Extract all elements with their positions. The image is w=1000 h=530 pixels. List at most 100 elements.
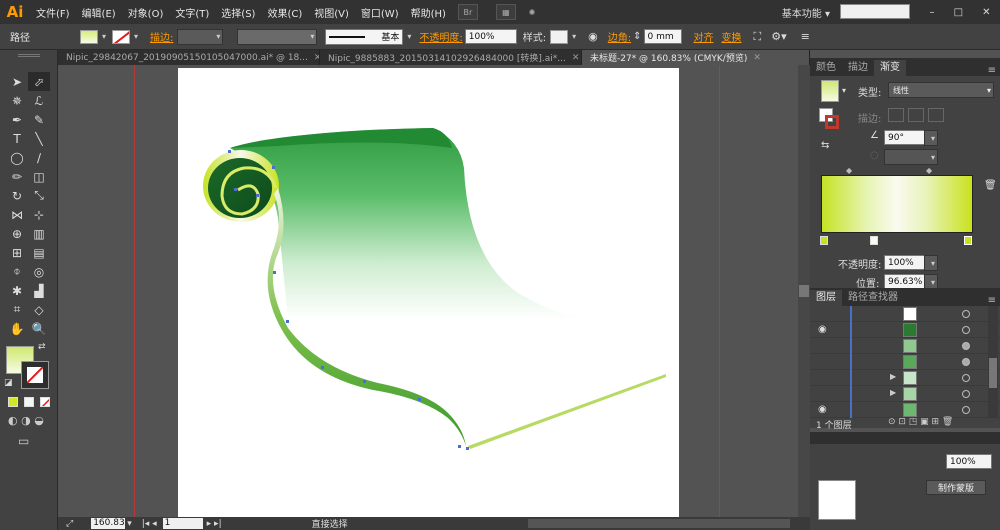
type-tool-icon[interactable]: T — [6, 129, 28, 148]
gradient-mode-icon[interactable] — [24, 397, 34, 407]
isolate-object-icon[interactable]: ⛶ — [754, 30, 762, 44]
vertical-scrollbar[interactable] — [798, 65, 810, 517]
stroke-color-box[interactable] — [21, 361, 49, 389]
color-mode-icon[interactable] — [8, 397, 18, 407]
target-icon[interactable] — [962, 390, 970, 398]
rotate-tool-icon[interactable]: ↻ — [6, 186, 28, 205]
tab-document-2[interactable]: Nipic_9885883_20150314102926484000 [转换].… — [320, 50, 582, 65]
menu-window[interactable]: 窗口(W) — [355, 5, 405, 20]
stroke-swatch[interactable] — [112, 29, 130, 44]
color-stop-2[interactable] — [870, 236, 878, 245]
stroke-label-link[interactable]: 描边: — [150, 29, 173, 44]
first-page-icon[interactable]: |◂ ◂ — [142, 519, 157, 529]
reverse-gradient-icon[interactable]: ⇆ — [821, 140, 829, 151]
swap-colors-icon[interactable]: ⇄ — [38, 342, 46, 352]
panel-menu-icon[interactable]: ≡ — [988, 65, 1000, 76]
free-transform-tool-icon[interactable]: ⊹ — [28, 205, 50, 224]
color-stop-3[interactable] — [964, 236, 972, 245]
blend-tool-icon[interactable]: ◎ — [28, 262, 50, 281]
layers-footer-icons[interactable]: ⊙ ⊡ ◳ ▣ ⊞ 🗑 — [888, 417, 953, 427]
variable-width-select[interactable]: ▾ — [237, 28, 318, 45]
tab-layers[interactable]: 图层 — [810, 290, 842, 306]
maximize-icon[interactable]: □ — [954, 7, 963, 18]
target-icon[interactable] — [962, 342, 970, 350]
gradient-slider[interactable] — [821, 175, 973, 233]
menu-type[interactable]: 文字(T) — [169, 5, 215, 20]
lasso-tool-icon[interactable]: ℒ — [28, 91, 50, 110]
default-colors-icon[interactable]: ◪ — [4, 378, 13, 388]
menu-help[interactable]: 帮助(H) — [405, 5, 452, 20]
target-icon[interactable] — [962, 326, 970, 334]
artboard-tool-icon[interactable]: ⌗ — [6, 300, 28, 319]
target-icon[interactable] — [962, 406, 970, 414]
page-input[interactable]: 1 — [162, 518, 203, 529]
transparency-opacity-input[interactable]: 100% — [946, 454, 992, 469]
paintbrush-tool-icon[interactable]: ∕ — [28, 148, 50, 167]
delete-stop-icon[interactable]: 🗑 — [984, 180, 997, 191]
zoom-dropdown[interactable]: ▾ — [127, 519, 132, 529]
stroke-within-icon[interactable] — [888, 108, 904, 122]
stroke-none-preview[interactable] — [825, 115, 839, 129]
search-input[interactable] — [840, 4, 910, 19]
corner-input[interactable]: 0 mm — [643, 29, 682, 44]
shape-builder-tool-icon[interactable]: ⊕ — [6, 224, 28, 243]
brush-definition-select[interactable]: 基本 — [325, 28, 404, 45]
target-icon[interactable] — [962, 374, 970, 382]
layers-scrollbar[interactable] — [988, 306, 998, 418]
canvas-area[interactable] — [58, 65, 810, 517]
menu-edit[interactable]: 编辑(E) — [76, 5, 122, 20]
layer-row[interactable]: ▶ — [810, 370, 1000, 386]
stroke-across-icon[interactable] — [928, 108, 944, 122]
panel-menu-icon[interactable]: ≡ — [988, 295, 1000, 306]
scrollbar-thumb[interactable] — [799, 285, 809, 297]
draw-mode-icon[interactable]: ◐ ◑ ◒ — [8, 414, 44, 427]
expand-arrow-icon[interactable]: ▶ — [890, 388, 896, 397]
slice-tool-icon[interactable]: ◇ — [28, 300, 50, 319]
gpu-performance-icon[interactable]: ✺ — [522, 4, 542, 20]
workspace-switcher[interactable]: 基本功能 ▾ — [782, 5, 830, 20]
curvature-tool-icon[interactable]: ✎ — [28, 110, 50, 129]
recolor-artwork-icon[interactable]: ◉ — [588, 30, 598, 43]
expand-arrow-icon[interactable]: ▶ — [890, 372, 896, 381]
pen-tool-icon[interactable]: ✒ — [6, 110, 28, 129]
gradient-opacity-dropdown[interactable]: ▾ — [924, 255, 938, 271]
close-icon[interactable]: ✕ — [982, 7, 990, 18]
aspect-ratio-input[interactable]: ▾ — [884, 149, 938, 165]
selection-tool-icon[interactable]: ➤ — [6, 72, 28, 91]
tab-pathfinder[interactable]: 路径查找器 — [842, 290, 904, 306]
panel-grip[interactable] — [18, 54, 40, 57]
target-icon[interactable] — [962, 358, 970, 366]
corner-label-link[interactable]: 边角: — [608, 29, 631, 44]
transform-link[interactable]: 变换 — [722, 29, 742, 44]
midpoint-diamond-right[interactable]: ◆ — [926, 166, 932, 175]
corner-stepper-icon[interactable]: ⇕ — [633, 31, 641, 42]
tab-stroke[interactable]: 描边 — [842, 60, 874, 76]
layers-scrollbar-thumb[interactable] — [989, 358, 997, 388]
magic-wand-tool-icon[interactable]: ✵ — [6, 91, 28, 110]
midpoint-diamond-left[interactable]: ◆ — [846, 166, 852, 175]
stroke-along-icon[interactable] — [908, 108, 924, 122]
scale-tool-icon[interactable]: ⤡ — [28, 186, 50, 205]
fill-swatch[interactable] — [80, 29, 98, 44]
angle-dropdown[interactable]: ▾ — [924, 130, 938, 146]
layer-row[interactable]: ◉ — [810, 322, 1000, 338]
scroll-illustration[interactable] — [178, 68, 679, 517]
opacity-label-link[interactable]: 不透明度: — [419, 29, 462, 44]
next-page-icon[interactable]: ▸ ▸| — [207, 519, 222, 529]
eyedropper-tool-icon[interactable]: ⌽ — [6, 262, 28, 281]
stroke-dropdown[interactable]: ▾ — [130, 29, 140, 45]
bridge-button[interactable]: Br — [457, 4, 478, 20]
perspective-grid-tool-icon[interactable]: ▥ — [28, 224, 50, 243]
brush-dropdown[interactable]: ▾ — [403, 29, 413, 45]
zoom-tool-icon[interactable]: 🔍 — [28, 319, 50, 338]
hand-tool-icon[interactable]: ✋ — [6, 319, 28, 338]
layer-row[interactable]: ◉ — [810, 402, 1000, 418]
tab-color[interactable]: 颜色 — [810, 60, 842, 76]
opacity-input[interactable]: 100% — [464, 29, 517, 44]
menu-view[interactable]: 视图(V) — [308, 5, 355, 20]
menu-select[interactable]: 选择(S) — [215, 5, 261, 20]
gradient-preview-dropdown[interactable]: ▾ — [842, 86, 846, 95]
tab-gradient[interactable]: 渐变 — [874, 60, 906, 76]
ellipse-tool-icon[interactable]: ◯ — [6, 148, 28, 167]
layer-row[interactable] — [810, 354, 1000, 370]
